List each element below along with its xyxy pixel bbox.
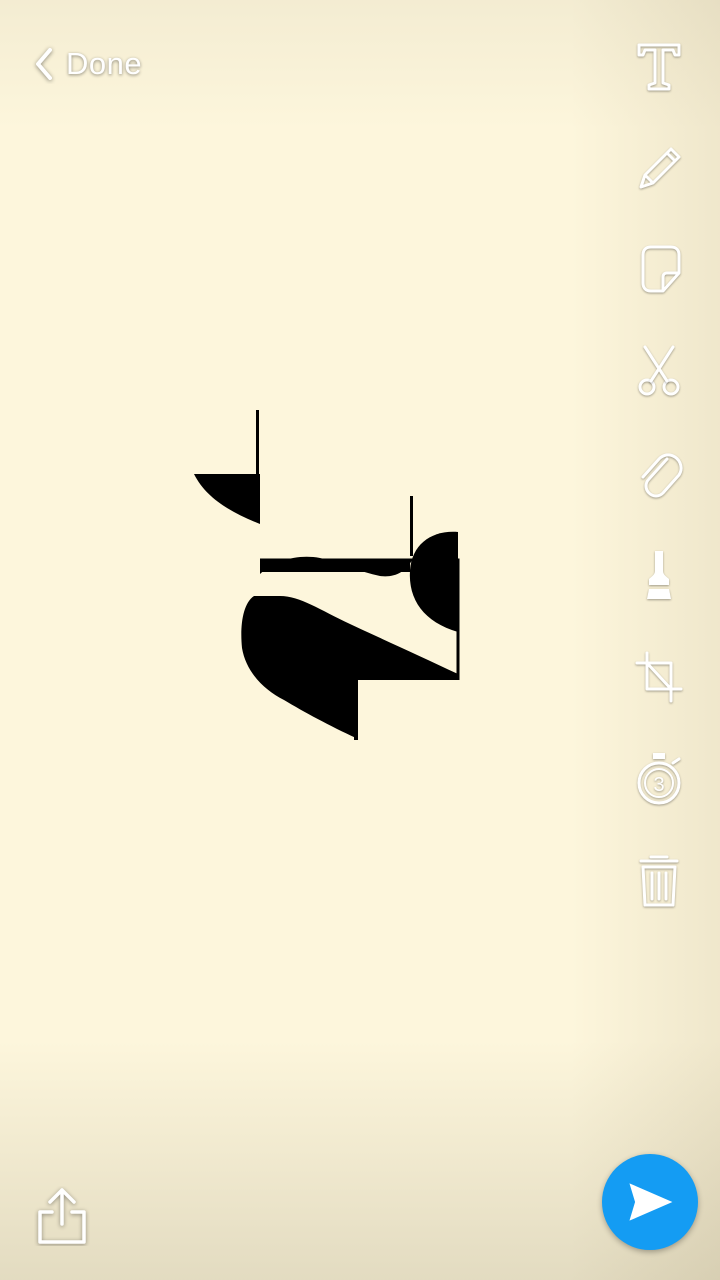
sticker-icon: [641, 245, 681, 293]
artwork-notch: [354, 680, 358, 740]
timer-value: 3: [653, 774, 664, 796]
timer-tool-button[interactable]: 3: [630, 744, 688, 814]
artwork-band-top: [260, 560, 410, 572]
text-tool-button[interactable]: [630, 30, 688, 100]
done-button[interactable]: Done: [30, 36, 142, 92]
paintbrush-tool-button[interactable]: [630, 540, 688, 610]
paperclip-icon: [641, 453, 683, 498]
share-button[interactable]: [34, 1186, 90, 1246]
trash-icon: [639, 855, 679, 907]
crop-icon: [635, 651, 683, 703]
chevron-left-icon: [36, 48, 52, 80]
artwork-blob: [241, 596, 458, 738]
text-t-icon: [637, 43, 681, 91]
artwork-half-circle: [409, 531, 458, 632]
send-arrow-icon: [629, 1183, 673, 1221]
attach-tool-button[interactable]: [630, 438, 688, 508]
scissors-icon: [638, 345, 680, 396]
scissors-tool-button[interactable]: [630, 336, 688, 406]
artwork-wedge: [194, 474, 260, 524]
done-label: Done: [66, 46, 143, 81]
pencil-tool-button[interactable]: [630, 132, 688, 202]
paintbrush-icon: [647, 551, 671, 599]
delete-tool-button[interactable]: [630, 846, 688, 916]
artwork-shape[interactable]: [180, 400, 480, 760]
send-button[interactable]: [602, 1154, 698, 1250]
edit-toolbar: 3: [630, 30, 688, 948]
stopwatch-icon: 3: [637, 753, 681, 805]
pencil-icon: [639, 147, 681, 189]
share-export-icon: [38, 1188, 86, 1244]
artwork-right-bar: [410, 496, 413, 556]
sticker-tool-button[interactable]: [630, 234, 688, 304]
crop-tool-button[interactable]: [630, 642, 688, 712]
